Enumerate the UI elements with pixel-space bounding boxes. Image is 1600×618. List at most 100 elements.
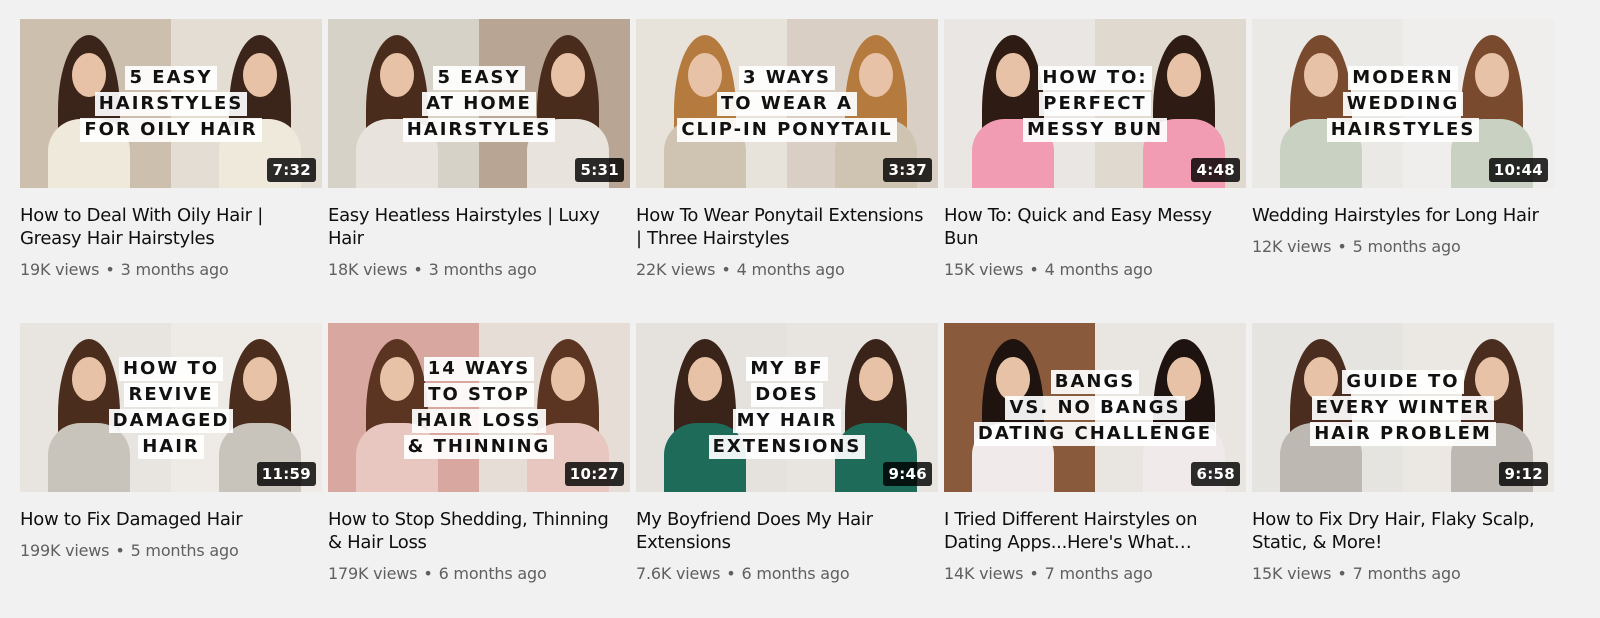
video-card[interactable]: HOW TO: PERFECT MESSY BUN 4:48 How To: Quick… (944, 19, 1246, 309)
thumbnail-photo-left (944, 323, 1095, 492)
video-title[interactable]: How To Wear Ponytail Extensions | Three … (636, 204, 926, 250)
video-metadata: 15K views • 4 months ago (944, 260, 1246, 280)
video-card[interactable]: MY BF DOES MY HAIR EXTENSIONS 9:46 My Boyfrie… (636, 323, 938, 613)
thumbnail-photo-left (328, 323, 479, 492)
video-title[interactable]: How to Stop Shedding, Thinning & Hair Lo… (328, 508, 618, 554)
video-title[interactable]: Easy Heatless Hairstyles | Luxy Hair (328, 204, 618, 250)
duration-badge: 7:32 (267, 158, 316, 182)
person-clothing (356, 423, 438, 492)
duration-badge: 4:48 (1191, 158, 1240, 182)
thumbnail-photo-left (636, 19, 787, 188)
thumbnail-photo-left (20, 323, 171, 492)
video-thumbnail[interactable]: HOW TO REVIVE DAMAGED HAIR 11:59 (20, 323, 322, 492)
video-metadata: 7.6K views • 6 months ago (636, 564, 938, 584)
upload-age: 4 months ago (736, 260, 845, 279)
person-clothing (48, 119, 130, 188)
view-count: 19K views (20, 260, 100, 279)
separator-dot: • (721, 260, 731, 279)
person-face (996, 357, 1030, 401)
video-card[interactable]: 5 EASY AT HOME HAIRSTYLES 5:31 Easy Heatless… (328, 19, 630, 309)
person-face (72, 357, 106, 401)
person-face (1475, 53, 1509, 97)
person-clothing (664, 423, 746, 492)
view-count: 22K views (636, 260, 716, 279)
video-card[interactable]: 5 EASY HAIRSTYLES FOR OILY HAIR 7:32 How to … (20, 19, 322, 309)
person-face (243, 53, 277, 97)
video-thumbnail[interactable]: BANGS VS. NO BANGS DATING CHALLENGE 6:58 (944, 323, 1246, 492)
thumbnail-photo-left (636, 323, 787, 492)
video-grid: 5 EASY HAIRSTYLES FOR OILY HAIR 7:32 How to … (0, 0, 1600, 618)
person-clothing (1280, 119, 1362, 188)
video-title[interactable]: How to Deal With Oily Hair | Greasy Hair… (20, 204, 310, 250)
upload-age: 6 months ago (741, 564, 850, 583)
video-title[interactable]: How to Fix Dry Hair, Flaky Scalp, Static… (1252, 508, 1542, 554)
upload-age: 6 months ago (438, 564, 547, 583)
duration-badge: 9:12 (1499, 462, 1548, 486)
separator-dot: • (105, 260, 115, 279)
person-face (688, 357, 722, 401)
person-clothing (972, 423, 1054, 492)
video-thumbnail[interactable]: 5 EASY AT HOME HAIRSTYLES 5:31 (328, 19, 630, 188)
person-face (551, 53, 585, 97)
person-face (1304, 53, 1338, 97)
video-metadata: 18K views • 3 months ago (328, 260, 630, 280)
duration-badge: 9:46 (883, 462, 932, 486)
view-count: 12K views (1252, 237, 1332, 256)
video-thumbnail[interactable]: GUIDE TO EVERY WINTER HAIR PROBLEM 9:12 (1252, 323, 1554, 492)
upload-age: 5 months ago (130, 541, 239, 560)
person-face (380, 53, 414, 97)
video-metadata: 12K views • 5 months ago (1252, 237, 1554, 257)
video-thumbnail[interactable]: MY BF DOES MY HAIR EXTENSIONS 9:46 (636, 323, 938, 492)
video-title[interactable]: How to Fix Damaged Hair (20, 508, 310, 531)
separator-dot: • (1337, 237, 1347, 256)
person-clothing (48, 423, 130, 492)
video-title[interactable]: How To: Quick and Easy Messy Bun (944, 204, 1234, 250)
thumbnail-photo-left (328, 19, 479, 188)
video-title[interactable]: My Boyfriend Does My Hair Extensions (636, 508, 926, 554)
view-count: 179K views (328, 564, 418, 583)
person-face (1167, 357, 1201, 401)
person-clothing (1280, 423, 1362, 492)
video-card[interactable]: HOW TO REVIVE DAMAGED HAIR 11:59 How to Fix D… (20, 323, 322, 613)
upload-age: 5 months ago (1352, 237, 1461, 256)
person-face (1475, 357, 1509, 401)
video-card[interactable]: BANGS VS. NO BANGS DATING CHALLENGE 6:58 I T… (944, 323, 1246, 613)
thumbnail-photo-left (1252, 19, 1403, 188)
duration-badge: 10:44 (1488, 158, 1548, 182)
separator-dot: • (115, 541, 125, 560)
video-card[interactable]: 14 WAYS TO STOP HAIR LOSS & THINNING 10:27 Ho… (328, 323, 630, 613)
view-count: 15K views (944, 260, 1024, 279)
video-thumbnail[interactable]: HOW TO: PERFECT MESSY BUN 4:48 (944, 19, 1246, 188)
video-thumbnail[interactable]: 3 WAYS TO WEAR A CLIP-IN PONYTAIL 3:37 (636, 19, 938, 188)
video-card[interactable]: 3 WAYS TO WEAR A CLIP-IN PONYTAIL 3:37 How T… (636, 19, 938, 309)
separator-dot: • (1337, 564, 1347, 583)
video-card[interactable]: GUIDE TO EVERY WINTER HAIR PROBLEM 9:12 How … (1252, 323, 1554, 613)
video-metadata: 179K views • 6 months ago (328, 564, 630, 584)
video-thumbnail[interactable]: MODERN WEDDING HAIRSTYLES 10:44 (1252, 19, 1554, 188)
person-clothing (972, 119, 1054, 188)
separator-dot: • (423, 564, 433, 583)
upload-age: 7 months ago (1352, 564, 1461, 583)
video-thumbnail[interactable]: 5 EASY HAIRSTYLES FOR OILY HAIR 7:32 (20, 19, 322, 188)
person-face (1167, 53, 1201, 97)
duration-badge: 5:31 (575, 158, 624, 182)
person-face (859, 53, 893, 97)
duration-badge: 11:59 (256, 462, 316, 486)
video-title[interactable]: Wedding Hairstyles for Long Hair (1252, 204, 1542, 227)
person-face (243, 357, 277, 401)
thumbnail-photo-left (1252, 323, 1403, 492)
video-title[interactable]: I Tried Different Hairstyles on Dating A… (944, 508, 1234, 554)
view-count: 7.6K views (636, 564, 721, 583)
separator-dot: • (1029, 260, 1039, 279)
video-thumbnail[interactable]: 14 WAYS TO STOP HAIR LOSS & THINNING 10:27 (328, 323, 630, 492)
duration-badge: 10:27 (564, 462, 624, 486)
upload-age: 3 months ago (120, 260, 229, 279)
upload-age: 4 months ago (1044, 260, 1153, 279)
upload-age: 7 months ago (1044, 564, 1153, 583)
person-face (551, 357, 585, 401)
person-face (688, 53, 722, 97)
thumbnail-photo-left (20, 19, 171, 188)
separator-dot: • (413, 260, 423, 279)
video-card[interactable]: MODERN WEDDING HAIRSTYLES 10:44 Wedding Hair… (1252, 19, 1554, 309)
person-face (1304, 357, 1338, 401)
